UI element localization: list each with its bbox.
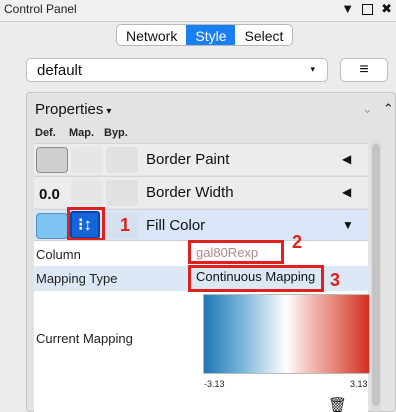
property-row-border-paint[interactable]: Border Paint ◀ [34, 143, 368, 175]
style-selector-dropdown[interactable]: default ▾ [26, 58, 328, 82]
properties-scrollbar[interactable] [371, 140, 381, 412]
bypass-cell[interactable] [106, 180, 138, 206]
default-value-cell[interactable]: 0.0 [36, 180, 68, 206]
expand-all-icon[interactable]: ⌃ [383, 101, 394, 116]
property-row-border-width[interactable]: 0.0 Border Width ◀ [34, 176, 368, 208]
trash-icon[interactable]: 🗑 [328, 396, 347, 412]
panel-tabs: Network Style Select [116, 24, 294, 46]
annotation-box-2 [188, 240, 284, 264]
window-title: Control Panel [4, 2, 77, 16]
style-menu-button[interactable]: ≡ [340, 58, 388, 82]
column-header-def: Def. [35, 127, 56, 139]
fill-color-swatch[interactable] [36, 213, 68, 239]
annotation-label-1: 1 [120, 215, 131, 235]
scrollbar-thumb[interactable] [372, 144, 380, 406]
default-value: 0.0 [39, 186, 60, 203]
properties-header[interactable]: Properties ▾ [35, 101, 111, 118]
window-menu-icon[interactable]: ▼ [341, 1, 354, 17]
expand-triangle-icon[interactable]: ◀ [342, 185, 351, 199]
continuous-mapping-gradient[interactable] [203, 294, 370, 374]
annotation-label-3: 3 [330, 270, 341, 290]
window-close-icon[interactable]: ✖ [381, 1, 392, 17]
expand-triangle-icon[interactable]: ◀ [342, 152, 351, 166]
window-controls: ▼ ✖ [341, 1, 392, 17]
collapse-all-icon[interactable]: ⌄ [362, 101, 373, 116]
chevron-down-icon: ▾ [310, 64, 315, 74]
annotation-label-2: 2 [292, 232, 303, 252]
property-label: Border Paint [146, 151, 230, 168]
style-selector-value: default [37, 62, 83, 79]
properties-title: Properties [35, 101, 104, 118]
collapse-triangle-icon[interactable]: ▼ [342, 218, 354, 232]
tab-style[interactable]: Style [186, 25, 236, 45]
window-maximize-icon[interactable] [362, 4, 374, 15]
annotation-box-3 [188, 265, 324, 292]
mapping-cell[interactable] [71, 147, 103, 173]
current-mapping-label: Current Mapping [36, 331, 133, 346]
property-label: Fill Color [146, 217, 206, 234]
mapping-cell[interactable] [71, 180, 103, 206]
gradient-min-label: -3.13 [204, 379, 225, 389]
tab-select[interactable]: Select [235, 25, 292, 45]
properties-caret-icon: ▾ [106, 106, 112, 117]
bypass-cell[interactable] [106, 147, 138, 173]
gradient-max-label: 3.13 [350, 379, 368, 389]
property-label: Border Width [146, 184, 234, 201]
collapse-controls: ⌄ ⌃ [362, 101, 394, 117]
column-label: Column [36, 247, 81, 262]
column-header-byp: Byp. [104, 127, 128, 139]
annotation-box-1 [67, 207, 105, 241]
window-titlebar: Control Panel ▼ ✖ [0, 0, 396, 22]
default-swatch[interactable] [36, 147, 68, 173]
column-header-map: Map. [69, 127, 95, 139]
mapping-type-label: Mapping Type [36, 271, 118, 286]
tab-network[interactable]: Network [117, 25, 186, 45]
